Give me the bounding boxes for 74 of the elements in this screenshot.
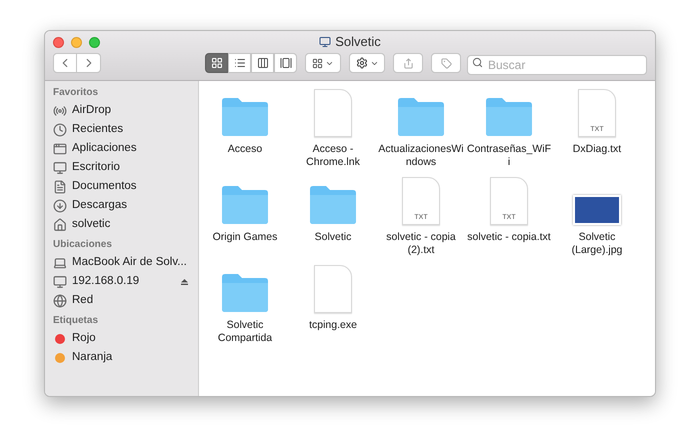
file-name: Acceso xyxy=(226,143,264,156)
sidebar-item[interactable]: Naranja xyxy=(53,348,192,367)
window-title: Solvetic xyxy=(335,33,381,52)
sidebar-item[interactable]: Documentos xyxy=(53,177,192,196)
airdrop-icon xyxy=(53,104,67,118)
file-name: solvetic - copia.txt xyxy=(466,231,552,244)
sidebar-item[interactable]: Rojo xyxy=(53,329,192,348)
file-name: Solvetic (Large).jpg xyxy=(570,231,624,257)
file-item[interactable]: Solvetic (Large).jpg xyxy=(553,175,641,263)
gallery-view-icon xyxy=(280,57,292,69)
clock-icon xyxy=(53,122,67,136)
tag-icon xyxy=(440,58,452,68)
eject-icon[interactable] xyxy=(181,278,188,284)
sidebar-item[interactable]: 192.168.0.19 xyxy=(53,272,192,291)
view-mode-button[interactable] xyxy=(228,53,251,73)
grid-icon xyxy=(312,58,323,68)
file-item[interactable]: Contraseñas_WiFi xyxy=(465,87,553,175)
sidebar-heading: Etiquetas xyxy=(53,314,100,328)
file-item[interactable]: Acceso - Chrome.lnk xyxy=(289,87,377,175)
folder-icon xyxy=(220,273,270,313)
file-name: Solvetic xyxy=(314,231,352,244)
file-name: DxDiag.txt xyxy=(572,143,622,156)
document-icon xyxy=(53,180,67,194)
drive-icon xyxy=(319,36,332,48)
document-icon xyxy=(314,265,352,313)
search-field[interactable]: Buscar xyxy=(467,55,647,75)
sidebar-item[interactable]: Recientes xyxy=(53,120,192,139)
close-button[interactable] xyxy=(53,36,64,48)
share-icon xyxy=(402,58,414,68)
file-item[interactable]: tcping.exe xyxy=(289,263,377,351)
apps-icon xyxy=(53,142,67,156)
image-thumbnail xyxy=(573,195,621,225)
settings-button[interactable] xyxy=(349,53,385,73)
group-button[interactable] xyxy=(305,53,341,73)
folder-icon xyxy=(484,97,534,137)
folder-icon xyxy=(220,185,270,225)
desktop-icon xyxy=(53,160,67,174)
settings-icon xyxy=(356,57,368,69)
folder-icon xyxy=(308,185,358,225)
download-icon xyxy=(53,198,67,212)
file-item[interactable]: ActualizacionesWindows xyxy=(377,87,465,175)
house-icon xyxy=(53,218,67,232)
sidebar-item[interactable]: Escritorio xyxy=(53,158,192,177)
laptop-icon xyxy=(53,256,67,270)
file-name: solvetic - copia (2).txt xyxy=(385,231,457,257)
folder-icon xyxy=(396,97,446,137)
sidebar-item[interactable]: Red xyxy=(53,291,192,310)
file-item[interactable]: Solvetic Compartida xyxy=(201,263,289,351)
sidebar-item[interactable]: Aplicaciones xyxy=(53,139,192,158)
sidebar-heading: Favoritos xyxy=(53,86,100,100)
view-mode-button[interactable] xyxy=(274,53,297,73)
view-mode-button[interactable] xyxy=(251,53,274,73)
file-item[interactable]: Origin Games xyxy=(201,175,289,263)
search-icon xyxy=(472,57,483,68)
sidebar-item[interactable]: solvetic xyxy=(53,215,192,234)
columns-view-icon xyxy=(256,57,268,69)
document-icon xyxy=(314,89,352,137)
file-item[interactable]: Solvetic xyxy=(289,175,377,263)
sidebar-heading: Ubicaciones xyxy=(53,238,113,252)
icons-view-icon xyxy=(210,57,222,69)
file-name: Contraseñas_WiFi xyxy=(466,143,552,169)
file-name: tcping.exe xyxy=(308,319,358,332)
sidebar-item[interactable]: MacBook Air de Solv... xyxy=(53,253,192,272)
sidebar-item[interactable]: Descargas xyxy=(53,196,192,215)
sidebar-item[interactable]: AirDrop xyxy=(53,101,192,120)
file-name: Origin Games xyxy=(212,231,278,244)
globe-icon xyxy=(53,294,67,308)
file-name: Solvetic Compartida xyxy=(216,319,274,345)
monitor-icon xyxy=(53,274,67,288)
file-item[interactable]: Acceso xyxy=(201,87,289,175)
folder-icon xyxy=(220,97,270,137)
file-name: ActualizacionesWindows xyxy=(378,143,464,169)
view-mode-button[interactable] xyxy=(205,53,228,73)
file-name: Acceso - Chrome.lnk xyxy=(305,143,361,169)
